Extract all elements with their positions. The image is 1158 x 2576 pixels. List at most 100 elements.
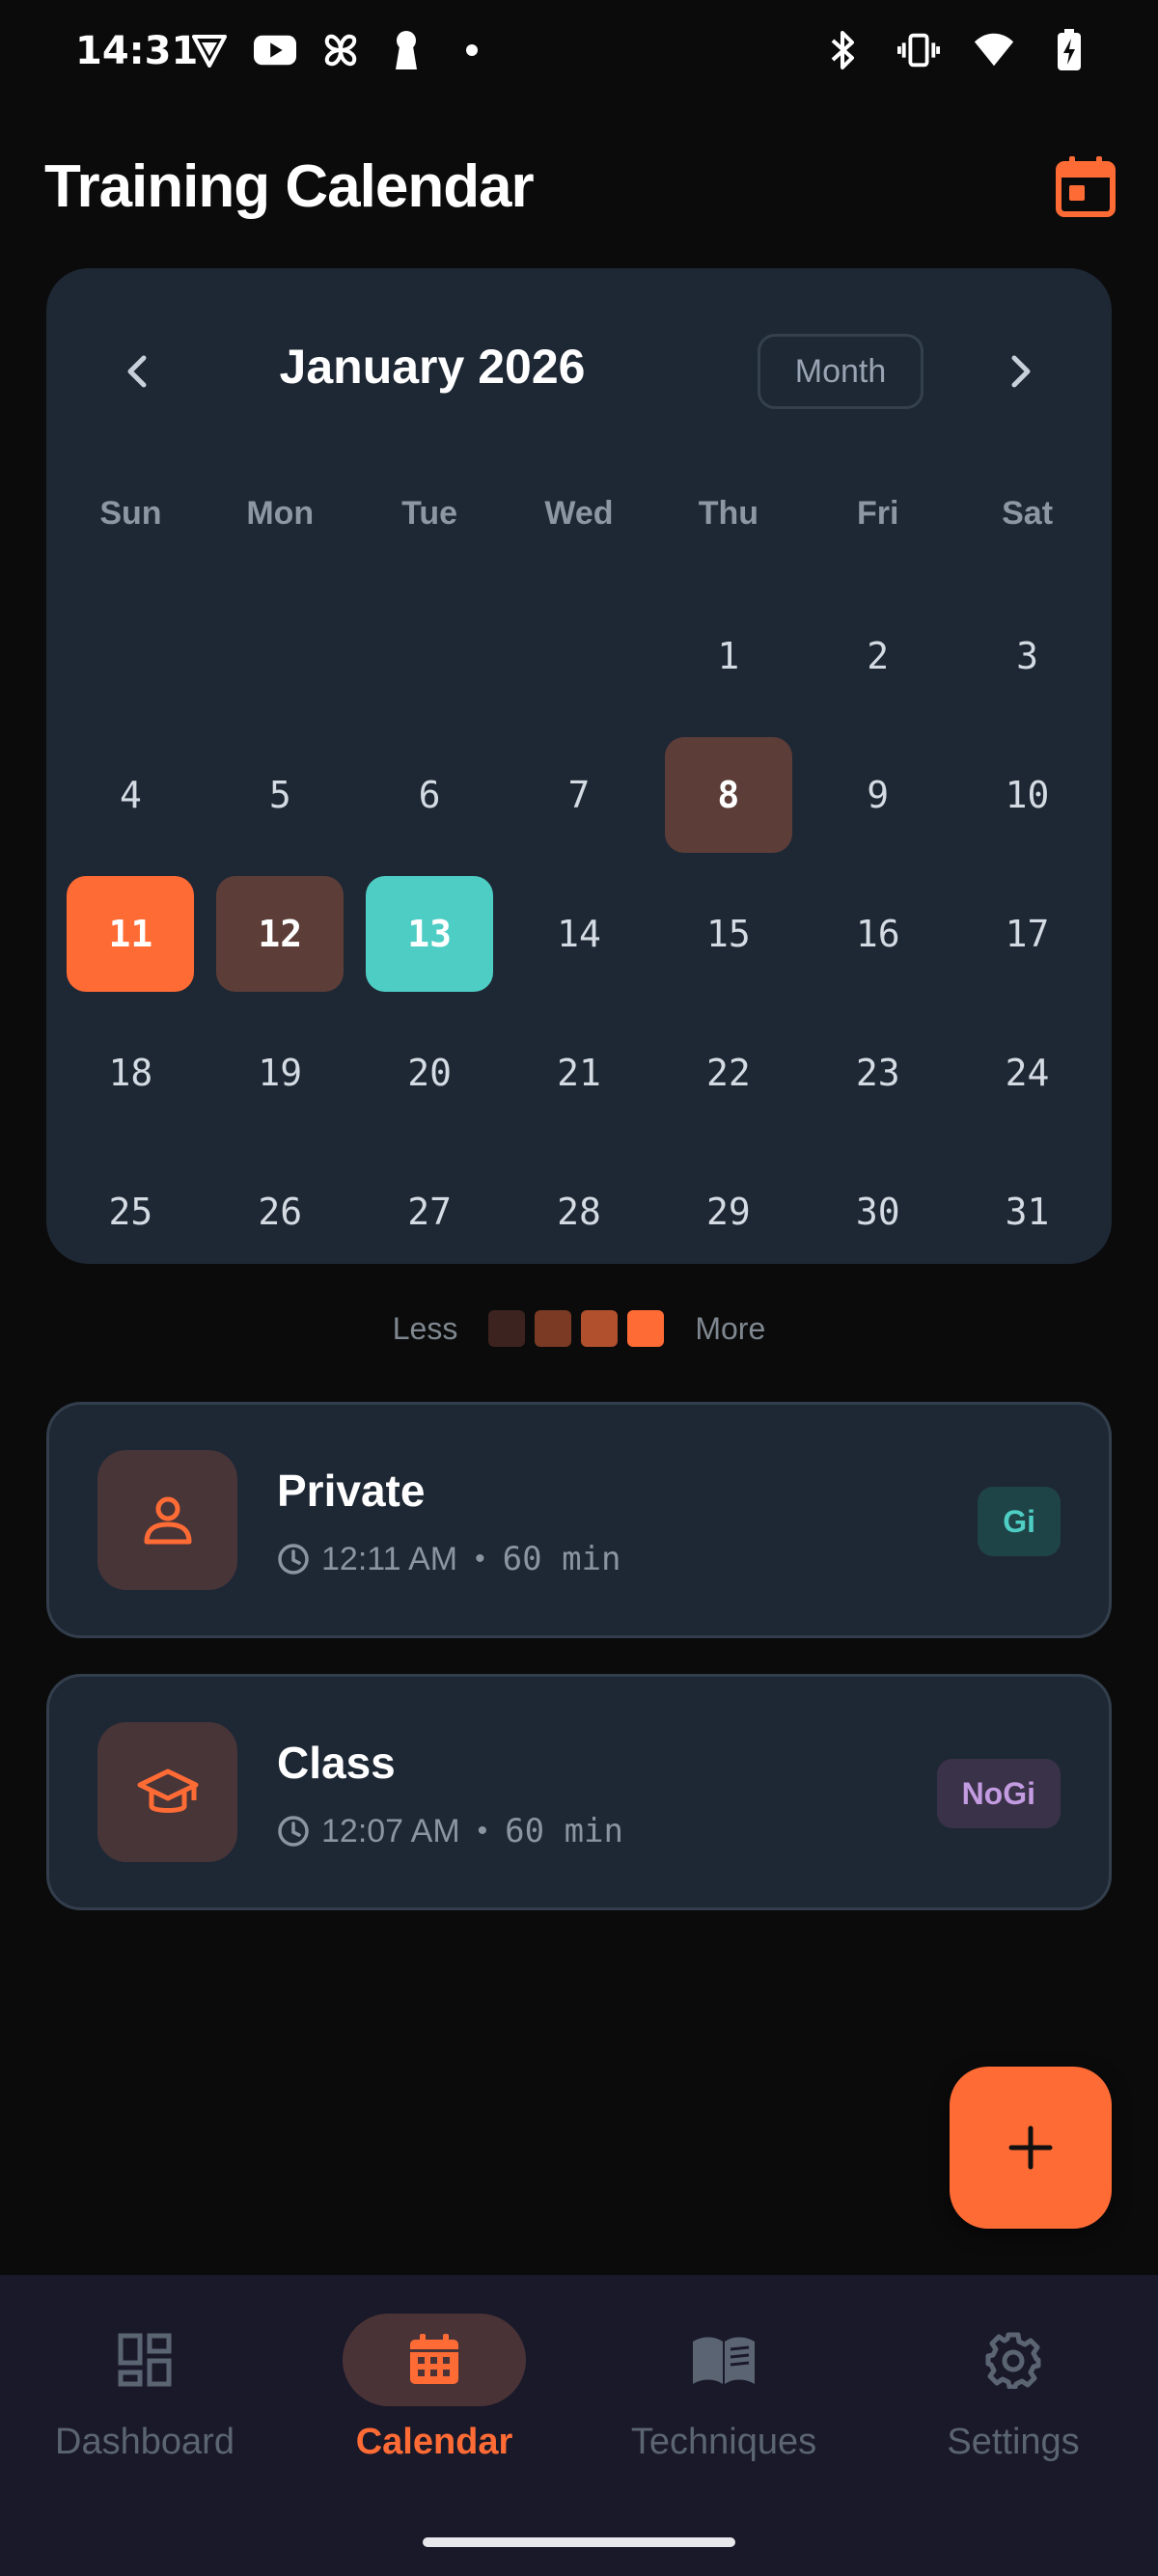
day-cell[interactable]: 23 — [803, 1003, 952, 1142]
day-number: 23 — [855, 1052, 900, 1094]
nav-item-dashboard[interactable]: Dashboard — [0, 2314, 290, 2507]
wifi-icon — [973, 29, 1015, 71]
day-cell[interactable]: 24 — [952, 1003, 1102, 1142]
prev-month-button[interactable] — [109, 343, 167, 400]
session-name: Class — [277, 1738, 396, 1788]
blank-day-cell — [206, 587, 355, 726]
day-number: 14 — [557, 913, 601, 955]
clock-icon — [278, 1544, 309, 1575]
day-cell[interactable]: 15 — [653, 864, 803, 1003]
session-card[interactable]: Private 12:11 AM • 60 min Gi — [46, 1402, 1112, 1638]
day-cell[interactable]: 26 — [206, 1142, 355, 1281]
pinwheel-icon — [319, 29, 362, 71]
day-cell[interactable]: 29 — [653, 1142, 803, 1281]
status-left-icons — [188, 29, 493, 71]
day-number: 27 — [407, 1191, 452, 1233]
nav-label: Techniques — [630, 2422, 817, 2462]
day-cell[interactable]: 17 — [952, 864, 1102, 1003]
day-number: 11 — [67, 876, 195, 992]
dashboard-icon — [118, 2333, 172, 2387]
day-number: 22 — [705, 1052, 751, 1094]
weekday-label: Fri — [856, 495, 899, 532]
day-cell[interactable]: 27 — [355, 1142, 505, 1281]
day-number: 5 — [268, 774, 291, 816]
day-cell[interactable]: 25 — [56, 1142, 206, 1281]
day-cell[interactable]: 31 — [952, 1142, 1102, 1281]
day-number: 26 — [258, 1191, 303, 1233]
weekday-label: Sat — [1002, 495, 1054, 532]
calendar-today-icon[interactable] — [1054, 154, 1117, 218]
calendar-card: January 2026 Month Sun Mon Tue Wed Thu Fri Sat… — [46, 268, 1112, 1264]
status-time: 14:31 — [75, 29, 199, 73]
day-cell[interactable]: 12 — [206, 864, 355, 1003]
day-cell[interactable]: 22 — [653, 1003, 803, 1142]
vpn-triangle-icon — [188, 29, 231, 71]
day-cell[interactable]: 1 — [653, 587, 803, 726]
day-number: 3 — [1016, 635, 1038, 677]
day-cell[interactable]: 19 — [206, 1003, 355, 1142]
day-cell[interactable]: 4 — [56, 726, 206, 864]
day-cell[interactable]: 11 — [56, 864, 206, 1003]
nav-item-calendar[interactable]: Calendar — [290, 2314, 579, 2507]
day-number: 15 — [705, 913, 751, 955]
day-number: 25 — [108, 1191, 153, 1233]
day-cell[interactable]: 9 — [803, 726, 952, 864]
weekday-header: Sun Mon Tue Wed Thu Fri Sat — [56, 495, 1102, 533]
day-number: 6 — [418, 774, 441, 816]
day-cell[interactable]: 28 — [505, 1142, 654, 1281]
add-session-button[interactable] — [950, 2067, 1112, 2229]
legend-swatch — [535, 1310, 572, 1347]
session-tag-badge: NoGi — [936, 1759, 1061, 1828]
day-cell[interactable]: 3 — [952, 587, 1102, 726]
meta-separator: • — [477, 1815, 488, 1847]
nav-label: Dashboard — [55, 2422, 234, 2462]
session-duration: 60 min — [505, 1812, 623, 1850]
page-title: Training Calendar — [44, 153, 535, 220]
view-toggle-button[interactable]: Month — [758, 334, 924, 409]
battery-charging-icon — [1048, 29, 1090, 71]
home-indicator[interactable] — [423, 2537, 735, 2547]
legend-less-label: Less — [392, 1310, 458, 1346]
day-number: 1 — [717, 635, 740, 677]
next-month-button[interactable] — [991, 343, 1049, 400]
session-meta: 12:07 AM • 60 min — [277, 1812, 623, 1850]
status-bar: 14:31 — [0, 0, 1158, 106]
nav-item-techniques[interactable]: Techniques — [579, 2314, 868, 2507]
legend-swatch — [581, 1310, 619, 1347]
day-cell[interactable]: 6 — [355, 726, 505, 864]
blank-day-cell — [56, 587, 206, 726]
day-number: 12 — [216, 876, 345, 992]
day-cell[interactable]: 16 — [803, 864, 952, 1003]
day-cell[interactable]: 20 — [355, 1003, 505, 1142]
day-cell[interactable]: 8 — [653, 726, 803, 864]
day-cell[interactable]: 18 — [56, 1003, 206, 1142]
day-grid: 1 2 3 4 5 6 7 8 9 10 11 12 13 14 15 16 17 18 19 20 21 22 23 24 2… — [56, 587, 1102, 1281]
day-cell[interactable]: 5 — [206, 726, 355, 864]
weekday-label: Wed — [544, 495, 614, 532]
nav-icon-container — [53, 2314, 236, 2406]
session-tag-badge: Gi — [978, 1487, 1061, 1556]
day-cell[interactable]: 13 — [355, 864, 505, 1003]
graduation-cap-icon — [137, 1768, 198, 1813]
day-number: 30 — [855, 1191, 900, 1233]
plus-icon — [1008, 2125, 1053, 2170]
chevron-left-icon — [127, 355, 147, 388]
nav-item-settings[interactable]: Settings — [868, 2314, 1158, 2507]
legend-swatches — [488, 1310, 665, 1347]
session-time: 12:11 AM — [321, 1540, 458, 1577]
day-number: 29 — [705, 1191, 751, 1233]
day-cell[interactable]: 21 — [505, 1003, 654, 1142]
day-cell[interactable]: 30 — [803, 1142, 952, 1281]
session-icon-container — [97, 1450, 237, 1590]
nav-icon-container — [632, 2314, 815, 2406]
book-icon — [693, 2337, 755, 2384]
day-number: 7 — [567, 774, 591, 816]
youtube-icon — [254, 29, 296, 71]
day-cell[interactable]: 10 — [952, 726, 1102, 864]
day-number: 24 — [1005, 1052, 1050, 1094]
day-cell[interactable]: 7 — [505, 726, 654, 864]
day-cell[interactable]: 14 — [505, 864, 654, 1003]
session-card[interactable]: Class 12:07 AM • 60 min NoGi — [46, 1674, 1112, 1910]
calendar-header: January 2026 Month — [46, 321, 1112, 418]
day-cell[interactable]: 2 — [803, 587, 952, 726]
